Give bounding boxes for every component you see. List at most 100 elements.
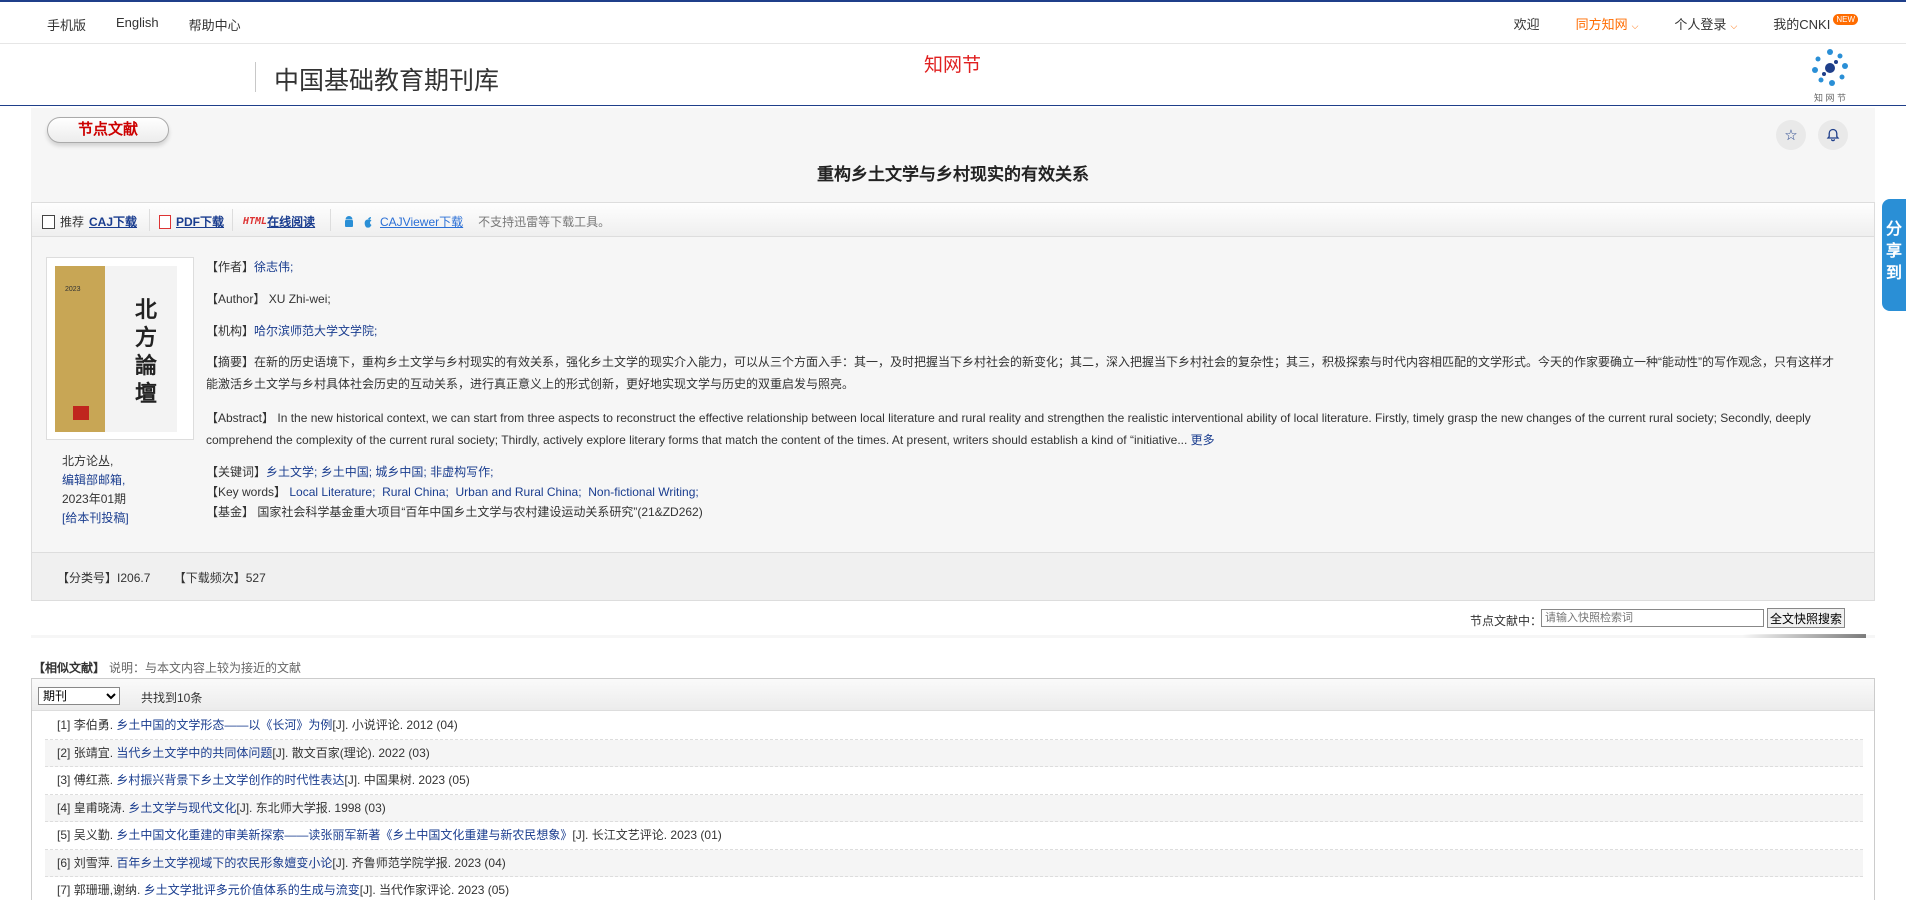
source-type-select[interactable]: 期刊	[38, 687, 120, 705]
result-count: 共找到10条	[141, 691, 203, 705]
list-item: [7] 郭珊珊,谢纳. 乡土文学批评多元价值体系的生成与流变[J]. 当代作家评…	[45, 877, 1863, 900]
english-link[interactable]: English	[116, 15, 159, 34]
caj-download-link[interactable]: CAJ下载	[89, 213, 137, 230]
row-author: 张靖宜.	[73, 745, 114, 760]
organization-field: 【机构】哈尔滨师范大学文学院;	[206, 322, 377, 339]
top-right-links: 欢迎 同方知网 ⌵ 个人登录 ⌵ 我的CNKI NEW	[1514, 14, 1906, 33]
keyword-en-link[interactable]: Rural China;	[382, 485, 449, 499]
similar-title: 【相似文献】	[33, 661, 106, 675]
document-icon	[42, 214, 55, 229]
keyword-en-link[interactable]: Non-fictional Writing;	[588, 485, 698, 499]
journal-issue: 2023年01期	[62, 492, 127, 506]
row-num: [3]	[57, 773, 71, 787]
row-source: [J]. 中国果树. 2023 (05)	[344, 773, 470, 787]
abstract-en-text: In the new historical context, we can st…	[206, 411, 1811, 447]
keyword-link[interactable]: 乡土中国;	[321, 465, 372, 479]
row-author: 郭珊珊,谢纳.	[73, 883, 141, 897]
keyword-link[interactable]: 乡土文学;	[266, 465, 317, 479]
favorite-button[interactable]: ☆	[1776, 120, 1806, 150]
welcome-text: 欢迎	[1513, 17, 1540, 32]
author-en-label: 【Author】	[206, 292, 266, 306]
personal-login-menu[interactable]: 个人登录 ⌵	[1674, 14, 1737, 33]
list-item: [2] 张靖宜. 当代乡土文学中的共同体问题[J]. 散文百家(理论). 202…	[45, 739, 1863, 767]
submit-link[interactable]: [给本刊投稿]	[62, 511, 129, 525]
share-tab[interactable]: 分享到	[1882, 199, 1906, 311]
organization-link[interactable]: 哈尔滨师范大学文学院;	[254, 324, 377, 338]
similar-desc: 说明：与本文内容上较为接近的文献	[109, 661, 302, 675]
keywords-label: 【关键词】	[206, 465, 267, 479]
chevron-down-icon: ⌵	[1631, 21, 1639, 31]
cover-image: 2023 北方論壇	[55, 266, 177, 432]
row-title-link[interactable]: 乡村振兴背景下乡土文学创作的时代性表达	[116, 773, 344, 787]
logo-swirl-icon	[1812, 49, 1848, 86]
row-title-link[interactable]: 乡土中国文化重建的审美新探索——读张丽军新著《乡土中国文化重建与新农民想象》	[116, 828, 572, 842]
mobile-version-link[interactable]: 手机版	[47, 15, 86, 34]
row-num: [5]	[57, 828, 71, 842]
download-note: 不支持迅雷等下载工具。	[478, 215, 611, 229]
similar-heading: 【相似文献】 说明：与本文内容上较为接近的文献	[33, 659, 301, 676]
abstract-en-field: 【Abstract】 In the new historical context…	[206, 407, 1846, 451]
snapshot-search-input[interactable]	[1541, 609, 1764, 627]
node-document-badge: 节点文献	[47, 117, 169, 143]
list-item: [6] 刘雪萍. 百年乡土文学视域下的农民形象嬗变小论[J]. 齐鲁师范学院学报…	[45, 849, 1863, 877]
journal-name: 北方论丛,	[62, 454, 114, 468]
separator	[232, 209, 233, 231]
row-title-link[interactable]: 乡土中国的文学形态——以《长河》为例	[116, 718, 332, 732]
cover-seal	[73, 406, 89, 420]
keyword-link[interactable]: 城乡中国;	[375, 465, 426, 479]
keyword-en-link[interactable]: Local Literature;	[289, 485, 375, 499]
row-title-link[interactable]: 乡土文学与现代文化	[128, 801, 236, 815]
author-link[interactable]: 徐志伟;	[254, 260, 293, 274]
author-label: 【作者】	[206, 260, 255, 274]
download-bar: 推荐 CAJ下载 PDF下载 HTML 在线阅读 CAJViewer下载 不支持…	[31, 202, 1875, 237]
my-cnki-label: 我的CNKI	[1773, 17, 1831, 32]
tongfang-menu[interactable]: 同方知网 ⌵	[1576, 14, 1639, 33]
help-center-link[interactable]: 帮助中心	[189, 15, 241, 34]
online-reading-link[interactable]: 在线阅读	[267, 213, 315, 230]
top-bar: 手机版 English 帮助中心 欢迎 同方知网 ⌵ 个人登录 ⌵ 我的CNKI NE…	[0, 0, 1906, 44]
my-cnki-link[interactable]: 我的CNKI NEW	[1773, 14, 1858, 33]
apple-icon	[364, 216, 372, 228]
fund-value: 国家社会科学基金重大项目“百年中国乡土文学与农村建设运动关系研究”(21&ZD2…	[257, 505, 703, 519]
row-author: 傅红燕.	[73, 773, 114, 787]
row-source: [J]. 东北师大学报. 1998 (03)	[236, 800, 386, 815]
login-label: 个人登录	[1674, 17, 1727, 32]
keyword-link[interactable]: 非虚构写作;	[430, 465, 493, 479]
row-title-link[interactable]: 乡土文学批评多元价值体系的生成与流变	[144, 883, 360, 897]
pdf-download-link[interactable]: PDF下载	[176, 213, 224, 230]
journal-cover[interactable]: 2023 北方論壇	[46, 257, 194, 440]
list-item: [4] 皇甫晓涛. 乡土文学与现代文化[J]. 东北师大学报. 1998 (03…	[45, 794, 1863, 822]
star-icon: ☆	[1784, 127, 1798, 144]
chevron-down-icon: ⌵	[1730, 21, 1738, 31]
logo-caption: 知 网 节	[1813, 93, 1846, 103]
site-title: 中国基础教育期刊库	[274, 67, 500, 95]
fund-field: 【基金】 国家社会科学基金重大项目“百年中国乡土文学与农村建设运动关系研究”(2…	[206, 503, 703, 520]
search-shadow	[1742, 634, 1866, 638]
editorial-email-link[interactable]: 编辑部邮箱,	[62, 473, 125, 487]
keywords-field: 【关键词】乡土文学; 乡土中国; 城乡中国; 非虚构写作;	[206, 463, 493, 480]
html-icon: HTML	[243, 216, 268, 227]
notification-button[interactable]	[1818, 120, 1848, 150]
journal-info: 北方论丛, 编辑部邮箱, 2023年01期 [给本刊投稿]	[62, 452, 129, 528]
cnki-logo[interactable]: 知 网 节	[1805, 46, 1855, 104]
row-num: [2]	[57, 745, 71, 760]
row-title-link[interactable]: 当代乡土文学中的共同体问题	[116, 746, 272, 760]
abstract-en-label: 【Abstract】	[206, 411, 275, 425]
author-field: 【作者】徐志伟;	[206, 258, 293, 275]
list-item: [1] 李伯勇. 乡土中国的文学形态——以《长河》为例[J]. 小说评论. 20…	[45, 712, 1863, 740]
row-author: 吴义勤.	[73, 828, 114, 842]
snapshot-search-button[interactable]: 全文快照搜索	[1767, 608, 1845, 628]
header-divider	[255, 62, 256, 92]
tongfang-label: 同方知网	[1575, 17, 1628, 32]
keyword-en-link[interactable]: Urban and Rural China;	[455, 485, 581, 499]
cover-year: 2023	[65, 286, 81, 293]
top-left-links: 手机版 English 帮助中心	[47, 15, 241, 34]
row-author: 李伯勇.	[73, 718, 114, 732]
row-source: [J]. 当代作家评论. 2023 (05)	[359, 883, 510, 897]
cajviewer-download-link[interactable]: CAJViewer下载	[380, 213, 463, 230]
row-source: [J]. 小说评论. 2012 (04)	[332, 718, 458, 732]
list-item: [3] 傅红燕. 乡村振兴背景下乡土文学创作的时代性表达[J]. 中国果树. 2…	[45, 767, 1863, 795]
more-link[interactable]: 更多	[1191, 433, 1215, 447]
row-num: [7]	[57, 883, 71, 897]
row-title-link[interactable]: 百年乡土文学视域下的农民形象嬗变小论	[116, 856, 332, 870]
